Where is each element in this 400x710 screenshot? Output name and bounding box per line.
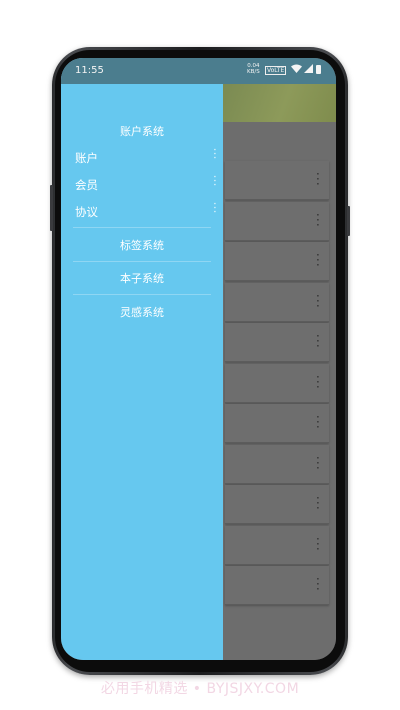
drawer-section-inspiration[interactable]: 灵感系统 [61, 304, 223, 320]
more-vertical-icon[interactable]: ⋅ ⋅ ⋅ [316, 452, 320, 474]
drawer-item-account[interactable]: 账户 ⋅ ⋅ ⋅ [75, 146, 218, 168]
more-vertical-icon[interactable]: ⋅ ⋅ ⋅ [316, 209, 320, 231]
wifi-icon [291, 64, 302, 73]
more-vertical-icon[interactable]: ⋅ ⋅ ⋅ [316, 371, 320, 393]
list-item[interactable]: ⋅ ⋅ ⋅ [225, 404, 329, 443]
background-header [221, 84, 336, 122]
more-vertical-icon[interactable]: ⋅ ⋅ ⋅ [212, 200, 218, 218]
volte-badge: VoLTE [265, 66, 287, 75]
divider [73, 261, 211, 262]
divider [73, 227, 211, 228]
list-item[interactable]: ⋅ ⋅ ⋅ [225, 201, 329, 241]
volume-button [50, 185, 53, 231]
more-vertical-icon[interactable]: ⋅ ⋅ ⋅ [316, 492, 320, 514]
more-vertical-icon[interactable]: ⋅ ⋅ ⋅ [316, 168, 320, 190]
navigation-drawer: 账户系统 账户 ⋅ ⋅ ⋅ 会员 ⋅ ⋅ ⋅ 协议 ⋅ ⋅ ⋅ 标签系统 本子系统 灵感系统 [61, 58, 223, 660]
more-vertical-icon[interactable]: ⋅ ⋅ ⋅ [316, 290, 320, 312]
power-button [347, 206, 350, 236]
network-speed: 0.04 KB/S [247, 63, 260, 75]
list-item[interactable]: ⋅ ⋅ ⋅ [225, 525, 329, 565]
drawer-item-label: 会员 [75, 178, 98, 192]
more-vertical-icon[interactable]: ⋅ ⋅ ⋅ [316, 533, 320, 555]
signal-icon [304, 64, 313, 73]
drawer-item-label: 协议 [75, 205, 98, 219]
battery-icon [316, 65, 321, 74]
drawer-section-tags[interactable]: 标签系统 [61, 237, 223, 253]
more-vertical-icon[interactable]: ⋅ ⋅ ⋅ [316, 573, 320, 595]
more-vertical-icon[interactable]: ⋅ ⋅ ⋅ [212, 146, 218, 164]
status-time: 11:55 [75, 65, 104, 76]
drawer-item-membership[interactable]: 会员 ⋅ ⋅ ⋅ [75, 173, 218, 195]
list-item[interactable]: ⋅ ⋅ ⋅ [225, 485, 329, 524]
status-bar: 11:55 0.04 KB/S VoLTE [61, 58, 336, 84]
list-item[interactable]: ⋅ ⋅ ⋅ [225, 161, 329, 200]
network-speed-unit: KB/S [247, 69, 260, 75]
drawer-section-notebooks[interactable]: 本子系统 [61, 270, 223, 286]
more-vertical-icon[interactable]: ⋅ ⋅ ⋅ [316, 330, 320, 352]
more-vertical-icon[interactable]: ⋅ ⋅ ⋅ [316, 249, 320, 271]
list-item[interactable]: ⋅ ⋅ ⋅ [225, 566, 329, 605]
divider [73, 294, 211, 295]
watermark: 必用手机精选 • BYJSJXY.COM [100, 681, 300, 697]
drawer-item-label: 账户 [75, 151, 98, 165]
more-vertical-icon[interactable]: ⋅ ⋅ ⋅ [316, 411, 320, 433]
phone-screen: 11:55 0.04 KB/S VoLTE ⋅ ⋅ ⋅ ⋅ ⋅ ⋅ ⋅ ⋅ ⋅ ⋅ ⋅ ⋅ ⋅ ⋅ ⋅ ⋅ ⋅ ⋅… [61, 58, 336, 660]
list-item[interactable]: ⋅ ⋅ ⋅ [225, 242, 329, 281]
more-vertical-icon[interactable]: ⋅ ⋅ ⋅ [212, 173, 218, 191]
list-item[interactable]: ⋅ ⋅ ⋅ [225, 282, 329, 322]
drawer-header-account-system[interactable]: 账户系统 [61, 123, 223, 139]
drawer-item-agreement[interactable]: 协议 ⋅ ⋅ ⋅ [75, 200, 218, 222]
list-item[interactable]: ⋅ ⋅ ⋅ [225, 363, 329, 403]
list-item[interactable]: ⋅ ⋅ ⋅ [225, 323, 329, 362]
list-item[interactable]: ⋅ ⋅ ⋅ [225, 444, 329, 484]
